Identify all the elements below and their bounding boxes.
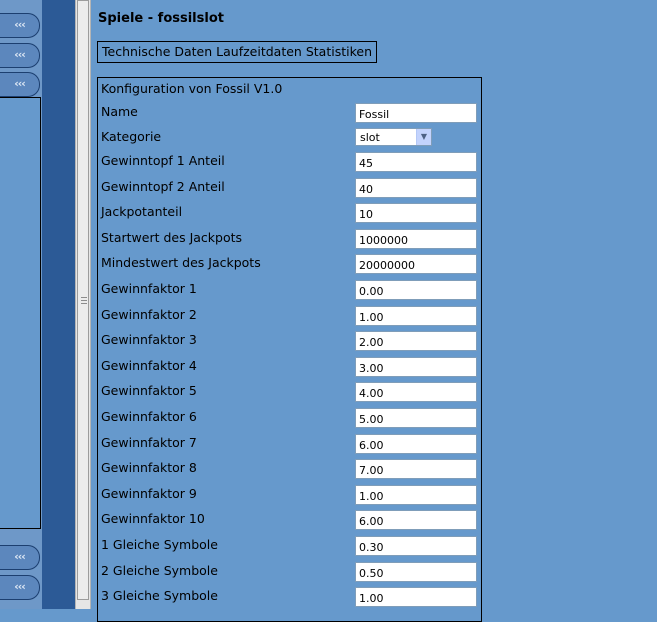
form-row-name: Name <box>101 103 481 123</box>
field-input[interactable] <box>355 536 477 556</box>
tab-statistiken[interactable]: Statistiken <box>306 44 372 59</box>
left-nav-strip: ‹‹‹ ‹‹‹ ‹‹‹ ‹‹‹ ‹‹‹ <box>0 0 42 609</box>
form-row: Gewinnfaktor 5 <box>101 382 481 402</box>
field-label: Gewinnfaktor 2 <box>101 307 197 322</box>
tab-bar: Technische Daten Laufzeitdaten Statistik… <box>97 41 377 63</box>
tab-laufzeitdaten[interactable]: Laufzeitdaten <box>216 44 302 59</box>
field-input[interactable] <box>355 280 477 300</box>
field-label: Gewinnfaktor 8 <box>101 460 197 475</box>
field-input[interactable] <box>355 306 477 326</box>
collapse-arrows-icon: ‹‹‹ <box>14 18 26 31</box>
collapse-button-4[interactable]: ‹‹‹ <box>0 545 40 570</box>
form-row: Gewinnfaktor 9 <box>101 485 481 505</box>
collapse-button-1[interactable]: ‹‹‹ <box>0 13 40 38</box>
field-label: Gewinntopf 1 Anteil <box>101 153 225 168</box>
form-row-category: Kategorie slot ▼ <box>101 128 481 148</box>
chevron-down-icon[interactable]: ▼ <box>416 129 431 145</box>
frame-divider <box>42 0 75 609</box>
config-title: Konfiguration von Fossil V1.0 <box>101 81 283 96</box>
field-label: Jackpotanteil <box>101 204 183 219</box>
field-label: 2 Gleiche Symbole <box>101 563 218 578</box>
field-label: Gewinntopf 2 Anteil <box>101 179 225 194</box>
field-input[interactable] <box>355 510 477 530</box>
collapse-arrows-icon: ‹‹‹ <box>14 550 26 563</box>
field-label: Gewinnfaktor 9 <box>101 486 197 501</box>
field-label: Gewinnfaktor 4 <box>101 358 197 373</box>
field-label: Gewinnfaktor 7 <box>101 435 197 450</box>
field-label: Gewinnfaktor 3 <box>101 332 197 347</box>
field-label: Gewinnfaktor 10 <box>101 511 205 526</box>
collapse-arrows-icon: ‹‹‹ <box>14 48 26 61</box>
scrollbar-grip-icon <box>81 297 87 306</box>
form-row: Startwert des Jackpots <box>101 229 481 249</box>
form-row: 2 Gleiche Symbole <box>101 562 481 582</box>
field-label: Kategorie <box>101 129 162 144</box>
field-label: 1 Gleiche Symbole <box>101 537 218 552</box>
field-input[interactable] <box>355 178 477 198</box>
field-label: Startwert des Jackpots <box>101 230 243 245</box>
field-label: Gewinnfaktor 1 <box>101 281 197 296</box>
form-row: Gewinnfaktor 7 <box>101 434 481 454</box>
field-input[interactable] <box>355 459 477 479</box>
page-title: Spiele - fossilslot <box>98 11 224 26</box>
field-input[interactable] <box>355 382 477 402</box>
form-row: Gewinnfaktor 4 <box>101 357 481 377</box>
field-label: Name <box>101 104 138 119</box>
field-input[interactable] <box>355 408 477 428</box>
form-row: Gewinnfaktor 2 <box>101 306 481 326</box>
scrollbar-thumb[interactable] <box>77 0 89 600</box>
field-input[interactable] <box>355 587 477 607</box>
collapse-button-3[interactable]: ‹‹‹ <box>0 72 40 97</box>
collapse-arrows-icon: ‹‹‹ <box>14 580 26 593</box>
collapse-button-5[interactable]: ‹‹‹ <box>0 575 40 600</box>
form-row: Gewinnfaktor 8 <box>101 459 481 479</box>
field-input[interactable] <box>355 229 477 249</box>
category-select[interactable]: slot ▼ <box>355 128 432 146</box>
field-label: 3 Gleiche Symbole <box>101 588 218 603</box>
name-input[interactable] <box>355 103 477 123</box>
left-nav-panel <box>0 97 41 529</box>
field-input[interactable] <box>355 562 477 582</box>
field-input[interactable] <box>355 152 477 172</box>
field-input[interactable] <box>355 434 477 454</box>
form-row: Gewinntopf 1 Anteil <box>101 152 481 172</box>
form-row: 3 Gleiche Symbole <box>101 587 481 607</box>
field-input[interactable] <box>355 203 477 223</box>
collapse-button-2[interactable]: ‹‹‹ <box>0 43 40 68</box>
form-row: Gewinnfaktor 6 <box>101 408 481 428</box>
form-row: Gewinnfaktor 10 <box>101 510 481 530</box>
form-row: Jackpotanteil <box>101 203 481 223</box>
field-label: Gewinnfaktor 5 <box>101 383 197 398</box>
form-row: Gewinntopf 2 Anteil <box>101 178 481 198</box>
form-row: Gewinnfaktor 1 <box>101 280 481 300</box>
field-label: Gewinnfaktor 6 <box>101 409 197 424</box>
field-input[interactable] <box>355 254 477 274</box>
category-select-value: slot <box>360 131 380 144</box>
form-row: 1 Gleiche Symbole <box>101 536 481 556</box>
collapse-arrows-icon: ‹‹‹ <box>14 77 26 90</box>
field-input[interactable] <box>355 357 477 377</box>
field-input[interactable] <box>355 331 477 351</box>
tab-technische-daten[interactable]: Technische Daten <box>102 44 212 59</box>
field-input[interactable] <box>355 485 477 505</box>
form-row: Gewinnfaktor 3 <box>101 331 481 351</box>
field-label: Mindestwert des Jackpots <box>101 255 261 270</box>
form-row: Mindestwert des Jackpots <box>101 254 481 274</box>
vertical-scrollbar[interactable] <box>75 0 91 609</box>
